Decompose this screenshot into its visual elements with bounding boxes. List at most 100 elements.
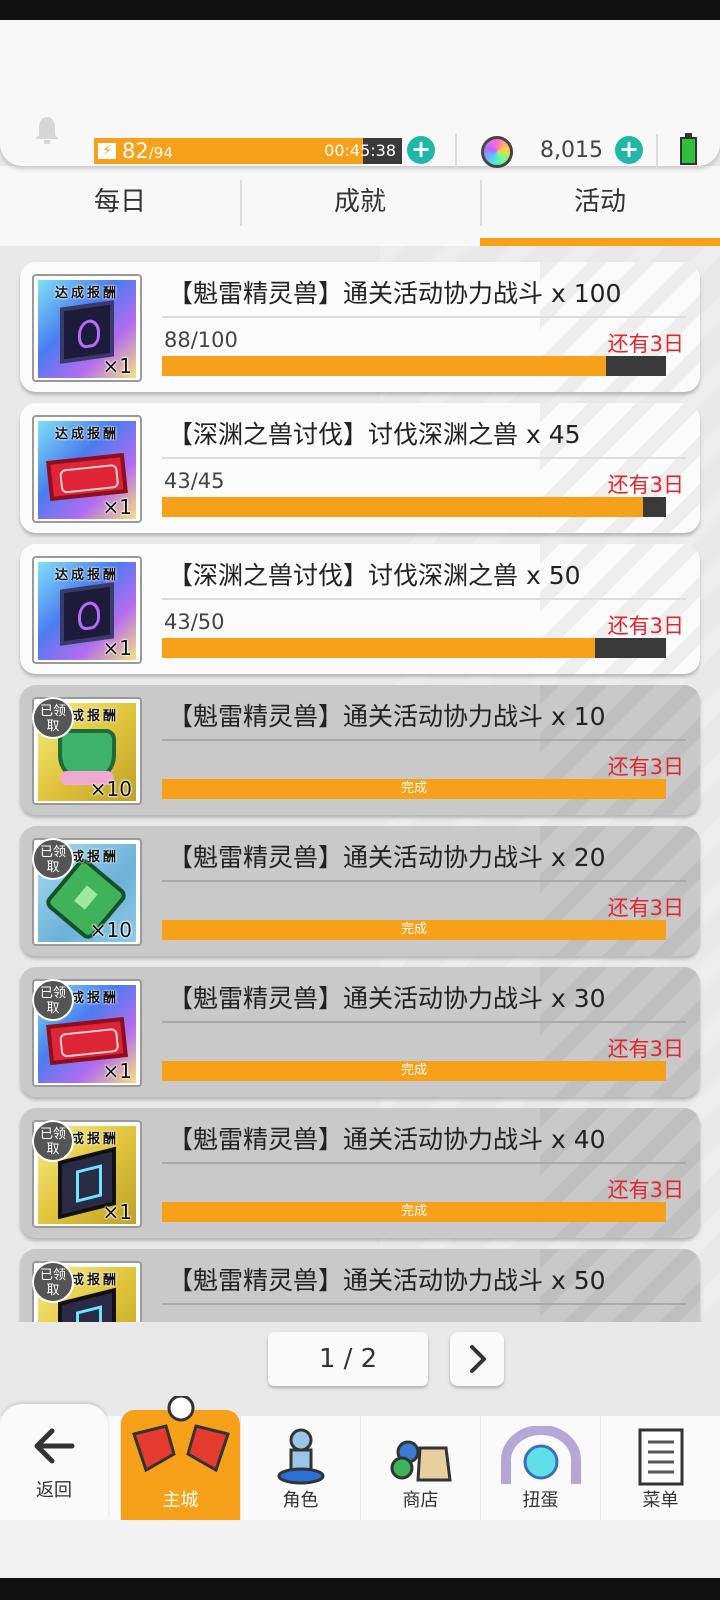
reward-box[interactable]: 达成报酬 ×1	[32, 556, 142, 664]
reward-frame: 达成报酬 ×1	[38, 280, 136, 378]
claimed-badge: 已领取	[32, 697, 74, 739]
quest-progress-bar: 完成	[162, 1202, 666, 1222]
time-remaining: 还有3日	[607, 614, 684, 638]
divider	[162, 316, 686, 318]
nav-label: 角色	[282, 1490, 319, 1511]
nav-menu[interactable]: 菜单	[600, 1416, 720, 1520]
tab-achievements[interactable]: 成就	[240, 166, 480, 246]
energy-timer: 00:45:38	[324, 141, 396, 160]
quest-progress-bar	[162, 356, 666, 376]
add-gems-button[interactable]: +	[615, 136, 643, 164]
tab-daily[interactable]: 每日	[0, 166, 240, 246]
quest-card[interactable]: 达成报酬 ×1 【魁雷精灵兽】通关活动协力战斗 x 100 88/100 还有3…	[20, 262, 700, 392]
active-tab-indicator	[480, 238, 720, 246]
add-energy-button[interactable]: +	[407, 136, 435, 164]
nav-shop[interactable]: 商店	[360, 1416, 480, 1520]
quest-title: 【魁雷精灵兽】通关活动协力战斗 x 10	[168, 702, 606, 731]
main-city-icon	[131, 1396, 230, 1473]
reward-quantity: ×1	[102, 1200, 132, 1224]
reward-quantity: ×1	[102, 636, 132, 660]
reward-quantity: ×1	[102, 354, 132, 378]
nav-gacha[interactable]: 扭蛋	[480, 1416, 600, 1520]
divider	[656, 134, 658, 168]
quest-title: 【魁雷精灵兽】通关活动协力战斗 x 40	[168, 1125, 606, 1154]
next-page-button[interactable]	[450, 1332, 504, 1386]
quest-card[interactable]: 达成报酬 已领取 【魁雷精灵兽】通关活动协力战斗 x 50	[20, 1249, 700, 1322]
reward-box[interactable]: 达成报酬 ×1	[32, 415, 142, 523]
divider	[162, 1021, 686, 1023]
gacha-portal-icon	[500, 1426, 581, 1484]
pagination: 1 / 2	[0, 1322, 720, 1390]
quest-title: 【深渊之兽讨伐】讨伐深渊之兽 x 45	[168, 420, 581, 449]
complete-label	[162, 497, 666, 517]
plant-reward-icon	[58, 729, 116, 785]
quest-list[interactable]: 达成报酬 ×1 【魁雷精灵兽】通关活动协力战斗 x 100 88/100 还有3…	[0, 246, 720, 1322]
nav-main-city[interactable]: 主城	[120, 1396, 240, 1520]
quest-progress-text: 88/100	[164, 328, 238, 352]
time-remaining: 还有3日	[607, 896, 684, 920]
quest-card[interactable]: 达成报酬 ×10 已领取 【魁雷精灵兽】通关活动协力战斗 x 10 还有3日 完…	[20, 685, 700, 815]
complete-label	[162, 638, 666, 658]
lightning-icon: ⚡	[96, 141, 118, 161]
chevron-right-icon	[470, 1345, 486, 1373]
tab-bar: 每日 成就 活动	[0, 166, 720, 246]
reward-box[interactable]: 达成报酬 ×1 已领取	[32, 1120, 142, 1228]
quest-card[interactable]: 达成报酬 ×10 已领取 【魁雷精灵兽】通关活动协力战斗 x 20 还有3日 完…	[20, 826, 700, 956]
quest-title: 【魁雷精灵兽】通关活动协力战斗 x 50	[168, 1266, 606, 1295]
reward-box[interactable]: 达成报酬 ×10 已领取	[32, 838, 142, 946]
complete-label: 完成	[400, 1204, 427, 1219]
reward-box[interactable]: 达成报酬 ×1 已领取	[32, 979, 142, 1087]
divider	[162, 598, 686, 600]
reward-quantity: ×1	[102, 495, 132, 519]
quest-title: 【深渊之兽讨伐】讨伐深渊之兽 x 50	[168, 561, 581, 590]
bell-icon[interactable]	[33, 115, 61, 145]
complete-label: 完成	[400, 781, 427, 796]
reward-frame: 达成报酬 ×1	[38, 421, 136, 519]
quest-progress-bar	[162, 638, 666, 658]
nav-label: 主城	[162, 1490, 199, 1511]
claimed-badge: 已领取	[32, 1120, 74, 1162]
reward-title: 达成报酬	[54, 427, 119, 442]
reward-box[interactable]: 达成报酬 ×1	[32, 274, 142, 382]
back-label: 返回	[36, 1480, 72, 1501]
reward-title: 达成报酬	[54, 286, 119, 301]
ticket-reward-icon	[46, 453, 128, 501]
reward-box[interactable]: 达成报酬 ×10 已领取	[32, 697, 142, 805]
quest-progress-bar: 完成	[162, 1061, 666, 1081]
reward-quantity: ×10	[89, 918, 132, 942]
claimed-badge: 已领取	[32, 1261, 74, 1303]
tab-events[interactable]: 活动	[480, 166, 720, 246]
quest-card[interactable]: 达成报酬 ×1 已领取 【魁雷精灵兽】通关活动协力战斗 x 40 还有3日 完成	[20, 1108, 700, 1238]
bottom-strip	[0, 1520, 720, 1578]
quest-card[interactable]: 达成报酬 ×1 【深渊之兽讨伐】讨伐深渊之兽 x 45 43/45 还有3日	[20, 403, 700, 533]
reward-box[interactable]: 达成报酬 已领取	[32, 1261, 142, 1322]
nav-label: 菜单	[642, 1490, 679, 1511]
divider	[162, 1303, 686, 1305]
page-indicator: 1 / 2	[268, 1332, 428, 1386]
battery-icon	[680, 133, 697, 165]
quest-card[interactable]: 达成报酬 ×1 已领取 【魁雷精灵兽】通关活动协力战斗 x 30 还有3日 完成	[20, 967, 700, 1097]
character-icon	[277, 1428, 324, 1485]
gem-count: 8,015	[540, 138, 603, 163]
complete-label: 完成	[400, 1063, 427, 1078]
claimed-badge: 已领取	[32, 979, 74, 1021]
time-remaining: 还有3日	[607, 473, 684, 497]
quest-title: 【魁雷精灵兽】通关活动协力战斗 x 20	[168, 843, 606, 872]
nav-label: 商店	[402, 1490, 439, 1511]
resource-bar: ⚡ 82/94 00:45:38 + 8,015 +	[0, 20, 720, 168]
system-status-bar	[0, 0, 720, 20]
quest-card[interactable]: 达成报酬 ×1 【深渊之兽讨伐】讨伐深渊之兽 x 50 43/50 还有3日	[20, 544, 700, 674]
energy-value: 82/94	[122, 139, 173, 163]
nav-characters[interactable]: 角色	[240, 1416, 360, 1520]
time-remaining: 还有3日	[607, 1178, 684, 1202]
menu-list-icon	[638, 1428, 683, 1486]
back-button[interactable]: 返回	[0, 1404, 108, 1520]
time-remaining: 还有3日	[607, 1037, 684, 1061]
time-remaining: 还有3日	[607, 755, 684, 779]
divider	[162, 457, 686, 459]
claimed-badge: 已领取	[32, 838, 74, 880]
gem-icon	[481, 136, 513, 168]
shop-bag-icon	[390, 1440, 452, 1482]
divider	[162, 739, 686, 741]
bottom-navigation: 返回 主城 角色 商店 扭蛋 菜单	[0, 1396, 720, 1520]
